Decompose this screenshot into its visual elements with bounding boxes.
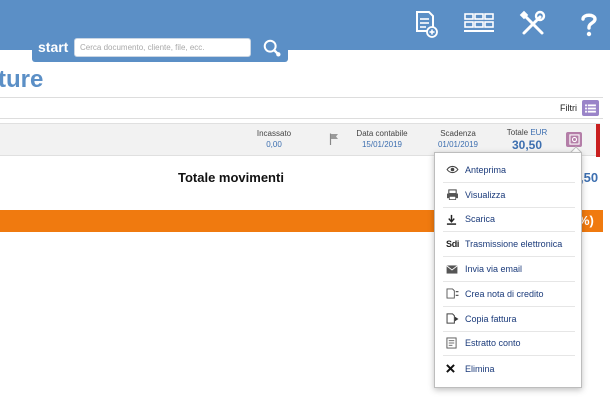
menu-item-label: Invia via email — [465, 264, 523, 275]
list-icon — [585, 103, 596, 113]
menu-item-crea-nota-credito[interactable]: Crea nota di credito — [443, 282, 575, 307]
totale-column: Totale EUR 30,50 — [500, 128, 554, 152]
download-icon — [443, 214, 465, 225]
eye-icon — [443, 165, 465, 174]
menu-item-label: Anteprima — [465, 164, 507, 175]
page-title: ture — [0, 66, 44, 93]
totale-label: Totale EUR — [500, 128, 554, 138]
menu-item-scarica[interactable]: Scarica — [443, 208, 575, 233]
filter-bar: Filtri — [0, 97, 603, 119]
menu-item-copia-fattura[interactable]: Copia fattura — [443, 307, 575, 332]
incassato-label: Incassato — [256, 129, 292, 138]
menu-item-elimina[interactable]: Elimina — [443, 356, 575, 381]
menu-item-label: Estratto conto — [465, 338, 521, 349]
menu-item-label: Visualizza — [465, 189, 506, 200]
menu-item-anteprima[interactable]: Anteprima — [443, 158, 575, 183]
settings-icon — [568, 134, 580, 145]
sdi-icon-text: Sdi — [446, 239, 460, 250]
data-contabile-label: Data contabile — [356, 129, 408, 138]
sdi-icon: Sdi — [443, 239, 465, 249]
scadenza-label: Scadenza — [440, 129, 476, 138]
menu-item-label: Trasmissione elettronica — [465, 239, 563, 250]
start-label[interactable]: start — [38, 39, 68, 55]
movements-title: Totale movimenti — [178, 170, 284, 185]
menu-item-label: Elimina — [465, 363, 495, 374]
filter-label: Filtri — [560, 103, 577, 113]
menu-item-estratto-conto[interactable]: Estratto conto — [443, 332, 575, 357]
movements-amount: ,50 — [580, 170, 599, 185]
scadenza-value: 01/01/2019 — [437, 140, 479, 149]
menu-item-invia-email[interactable]: Invia via email — [443, 257, 575, 282]
grid-icon[interactable] — [460, 7, 498, 41]
data-contabile-value: 15/01/2019 — [361, 140, 403, 149]
search-icon — [263, 39, 281, 57]
menu-item-label: Copia fattura — [465, 313, 517, 324]
copy-invoice-icon — [443, 313, 465, 324]
search-button[interactable] — [261, 37, 283, 59]
new-document-icon[interactable] — [409, 7, 443, 41]
search-bar: start — [32, 30, 288, 62]
menu-item-label: Crea nota di credito — [465, 288, 544, 299]
statement-icon — [443, 337, 465, 349]
totale-label-text: Totale — [506, 128, 529, 137]
scadenza-column: Scadenza 01/01/2019 — [432, 129, 484, 150]
menu-item-trasmissione-elettronica[interactable]: Sdi Trasmissione elettronica — [443, 232, 575, 258]
menu-item-label: Scarica — [465, 214, 496, 225]
printer-icon — [443, 189, 465, 201]
menu-item-visualizza[interactable]: Visualizza — [443, 183, 575, 208]
search-input[interactable] — [74, 38, 251, 57]
totale-currency: EUR — [530, 128, 548, 137]
actions-dropdown-menu: Anteprima Visualizza Scarica Sdi Trasmis… — [434, 152, 582, 388]
data-contabile-column: Data contabile 15/01/2019 — [350, 129, 414, 150]
status-indicator — [596, 124, 600, 157]
incassato-value: 0,00 — [266, 140, 282, 149]
totale-value: 30,50 — [511, 138, 543, 152]
filter-button[interactable] — [582, 100, 599, 116]
actions-button[interactable] — [566, 132, 582, 147]
incassato-column: Incassato 0,00 — [248, 129, 300, 150]
flag-icon[interactable] — [329, 133, 339, 145]
envelope-icon — [443, 264, 465, 274]
credit-note-icon — [443, 288, 465, 299]
help-icon[interactable] — [572, 7, 606, 41]
tools-icon[interactable] — [516, 7, 550, 41]
delete-icon — [443, 364, 465, 374]
